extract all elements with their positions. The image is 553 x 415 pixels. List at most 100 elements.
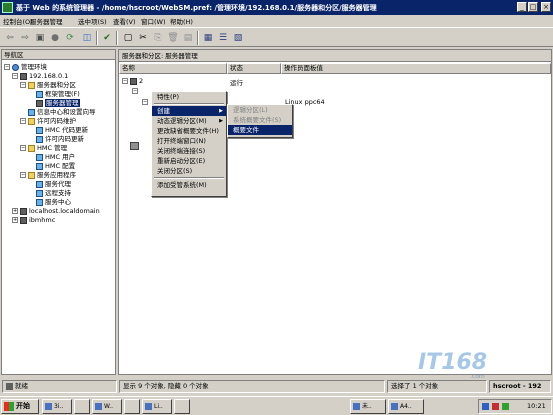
collapse-icon[interactable]: − bbox=[12, 73, 18, 79]
menu-help[interactable]: 帮助(H) bbox=[170, 16, 193, 26]
watermark-logo: IT168 bbox=[418, 350, 488, 375]
tree-item-hmc-code-update[interactable]: HMC 代码更新 bbox=[4, 126, 116, 135]
paste-icon[interactable]: ▤ bbox=[181, 31, 195, 45]
status-shown: 显示 9 个对象, 隐藏 0 个对象 bbox=[119, 380, 385, 393]
copy-icon[interactable]: ⎘ bbox=[151, 31, 165, 45]
stop-icon[interactable]: ● bbox=[48, 31, 62, 45]
server-icon bbox=[20, 207, 27, 215]
users-icon bbox=[36, 153, 43, 161]
server-icon bbox=[36, 99, 43, 107]
start-button[interactable]: 开始 bbox=[1, 399, 39, 414]
menu-window[interactable]: 窗口(W) bbox=[141, 16, 166, 26]
up-icon[interactable]: ▣ bbox=[33, 31, 47, 45]
submenu-item-profile[interactable]: 概要文件 bbox=[228, 125, 292, 135]
menu-selected[interactable]: 选中项(S) bbox=[78, 16, 107, 26]
tree-item-remote-support[interactable]: 远程支持 bbox=[4, 189, 116, 198]
menu-item-add-managed-system[interactable]: 添加受管系统(M) bbox=[152, 180, 226, 190]
back-icon[interactable]: ⇦ bbox=[3, 31, 17, 45]
tree-item-service-agent[interactable]: 服务代理 bbox=[4, 180, 116, 189]
close-button[interactable]: × bbox=[541, 2, 551, 12]
menu-item-open-terminal[interactable]: 打开终端窗口(N) bbox=[152, 136, 226, 146]
tree-item-frame-management[interactable]: 框架管理(F) bbox=[4, 90, 116, 99]
tree-view-icon[interactable]: ▧ bbox=[231, 31, 245, 45]
cut-icon[interactable]: ✂ bbox=[136, 31, 150, 45]
taskbar-item[interactable]: Li.. bbox=[142, 399, 172, 414]
tree-item-localhost[interactable]: + localhost.localdomain bbox=[4, 207, 116, 216]
minimize-button[interactable]: _ bbox=[517, 2, 527, 12]
refresh-icon[interactable]: ⟳ bbox=[63, 31, 77, 45]
collapse-icon[interactable]: − bbox=[132, 88, 138, 94]
find-icon[interactable]: ◫ bbox=[80, 31, 94, 45]
menu-item-restart-partition[interactable]: 重新启动分区(E) bbox=[152, 156, 226, 166]
column-status[interactable]: 状态 bbox=[227, 63, 281, 74]
partition-row-expander[interactable]: − bbox=[132, 87, 140, 95]
menu-server-management[interactable]: 服务器管理 bbox=[30, 16, 63, 26]
tree-item-info-center[interactable]: 信息中心和设置向导 bbox=[4, 108, 116, 117]
menu-item-create[interactable]: 创建 ▶ bbox=[152, 106, 226, 116]
tree-item-servers-partitions[interactable]: − 服务器和分区 bbox=[4, 81, 116, 90]
taskbar-item[interactable]: A4.. bbox=[388, 399, 424, 414]
maximize-button[interactable]: □ bbox=[528, 2, 538, 12]
large-icons-view-icon[interactable]: ▦ bbox=[201, 31, 215, 45]
forward-icon[interactable]: ⇨ bbox=[18, 31, 32, 45]
navigation-pane: 导航区 − 管理环境 −192.168.0.1 − 服务器和分区 框架管理(F) 服… bbox=[1, 49, 116, 375]
menu-item-properties[interactable]: 特性(P) bbox=[152, 92, 226, 102]
status-user: hscroot - 192 bbox=[489, 380, 551, 393]
clock[interactable]: 10:21 bbox=[527, 402, 546, 410]
collapse-icon[interactable]: − bbox=[142, 99, 148, 105]
taskbar-item[interactable]: W.. bbox=[92, 399, 122, 414]
tree-item-service-apps[interactable]: − 服务应用程序 bbox=[4, 171, 116, 180]
tree-item-server-management[interactable]: 服务器管理 bbox=[4, 99, 116, 108]
open-icon[interactable]: ▢ bbox=[121, 31, 135, 45]
tree-item-license-maintenance[interactable]: − 许可内码维护 bbox=[4, 117, 116, 126]
tray-status-icon[interactable] bbox=[502, 403, 509, 410]
taskbar: 开始 3i.. W.. Li.. 未.. A4.. 10:21 bbox=[0, 396, 553, 415]
column-name[interactable]: 名称 bbox=[119, 63, 227, 74]
menu-console[interactable]: 控制台(O) bbox=[3, 16, 33, 26]
expand-icon[interactable]: + bbox=[12, 217, 18, 223]
table-row[interactable]: −2 bbox=[122, 77, 143, 85]
collapse-icon[interactable]: − bbox=[20, 172, 26, 178]
taskbar-item[interactable]: 未.. bbox=[350, 399, 386, 414]
status-ready: 就绪 bbox=[2, 380, 117, 393]
tree-item-hmc-management[interactable]: − HMC 管理 bbox=[4, 144, 116, 153]
update-icon bbox=[36, 135, 43, 143]
menu-item-dynamic-lpar[interactable]: 动态逻辑分区(M) ▶ bbox=[152, 116, 226, 126]
collapse-icon[interactable]: − bbox=[4, 64, 10, 70]
collapse-icon[interactable]: − bbox=[20, 82, 26, 88]
delete-icon[interactable]: 🗑 bbox=[166, 31, 180, 45]
taskbar-item[interactable] bbox=[124, 399, 140, 414]
collapse-icon[interactable]: − bbox=[122, 78, 128, 84]
tree-item-ibmhmc[interactable]: + ibmhmc bbox=[4, 216, 116, 225]
tree-item-management-environment[interactable]: − 管理环境 bbox=[4, 63, 116, 72]
tray-security-icon[interactable] bbox=[492, 403, 499, 410]
collapse-icon[interactable]: − bbox=[20, 118, 26, 124]
app-icon bbox=[45, 403, 52, 410]
tree-item-hmc-config[interactable]: HMC 配置 bbox=[4, 162, 116, 171]
submenu-item-logical-partition[interactable]: 逻辑分区(L) bbox=[228, 105, 292, 115]
taskbar-item[interactable]: 3i.. bbox=[42, 399, 72, 414]
tray-network-icon[interactable] bbox=[482, 403, 489, 410]
app-icon bbox=[145, 403, 152, 410]
tree-item-host[interactable]: −192.168.0.1 bbox=[4, 72, 116, 81]
menu-view[interactable]: 查看(V) bbox=[113, 16, 136, 26]
wrench-icon bbox=[36, 180, 43, 188]
window-title: 基于 Web 的系统管理器 - /home/hscroot/WebSM.pref… bbox=[16, 4, 377, 12]
taskbar-item[interactable] bbox=[74, 399, 90, 414]
expand-icon[interactable]: + bbox=[12, 208, 18, 214]
submenu-item-system-profile[interactable]: 系统概要文件(S) bbox=[228, 115, 292, 125]
tree-item-license-update[interactable]: 许可内码更新 bbox=[4, 135, 116, 144]
toolbar-separator bbox=[96, 31, 98, 45]
taskbar-item[interactable] bbox=[174, 399, 190, 414]
tree-item-service-center[interactable]: 服务中心 bbox=[4, 198, 116, 207]
menu-item-shutdown-partition[interactable]: 关闭分区(S) bbox=[152, 166, 226, 176]
toolbar-separator bbox=[116, 31, 118, 45]
menu-item-close-terminal[interactable]: 关闭终端连接(S) bbox=[152, 146, 226, 156]
tree-item-hmc-users[interactable]: HMC 用户 bbox=[4, 153, 116, 162]
partition-row-expander[interactable]: − bbox=[142, 98, 150, 106]
collapse-icon[interactable]: − bbox=[20, 145, 26, 151]
details-view-icon[interactable]: ☰ bbox=[216, 31, 230, 45]
check-icon[interactable]: ✔ bbox=[100, 31, 114, 45]
menu-item-change-default-profile[interactable]: 更改缺省概要文件(H) bbox=[152, 126, 226, 136]
column-panel-value[interactable]: 操作员面板值 bbox=[281, 63, 551, 74]
